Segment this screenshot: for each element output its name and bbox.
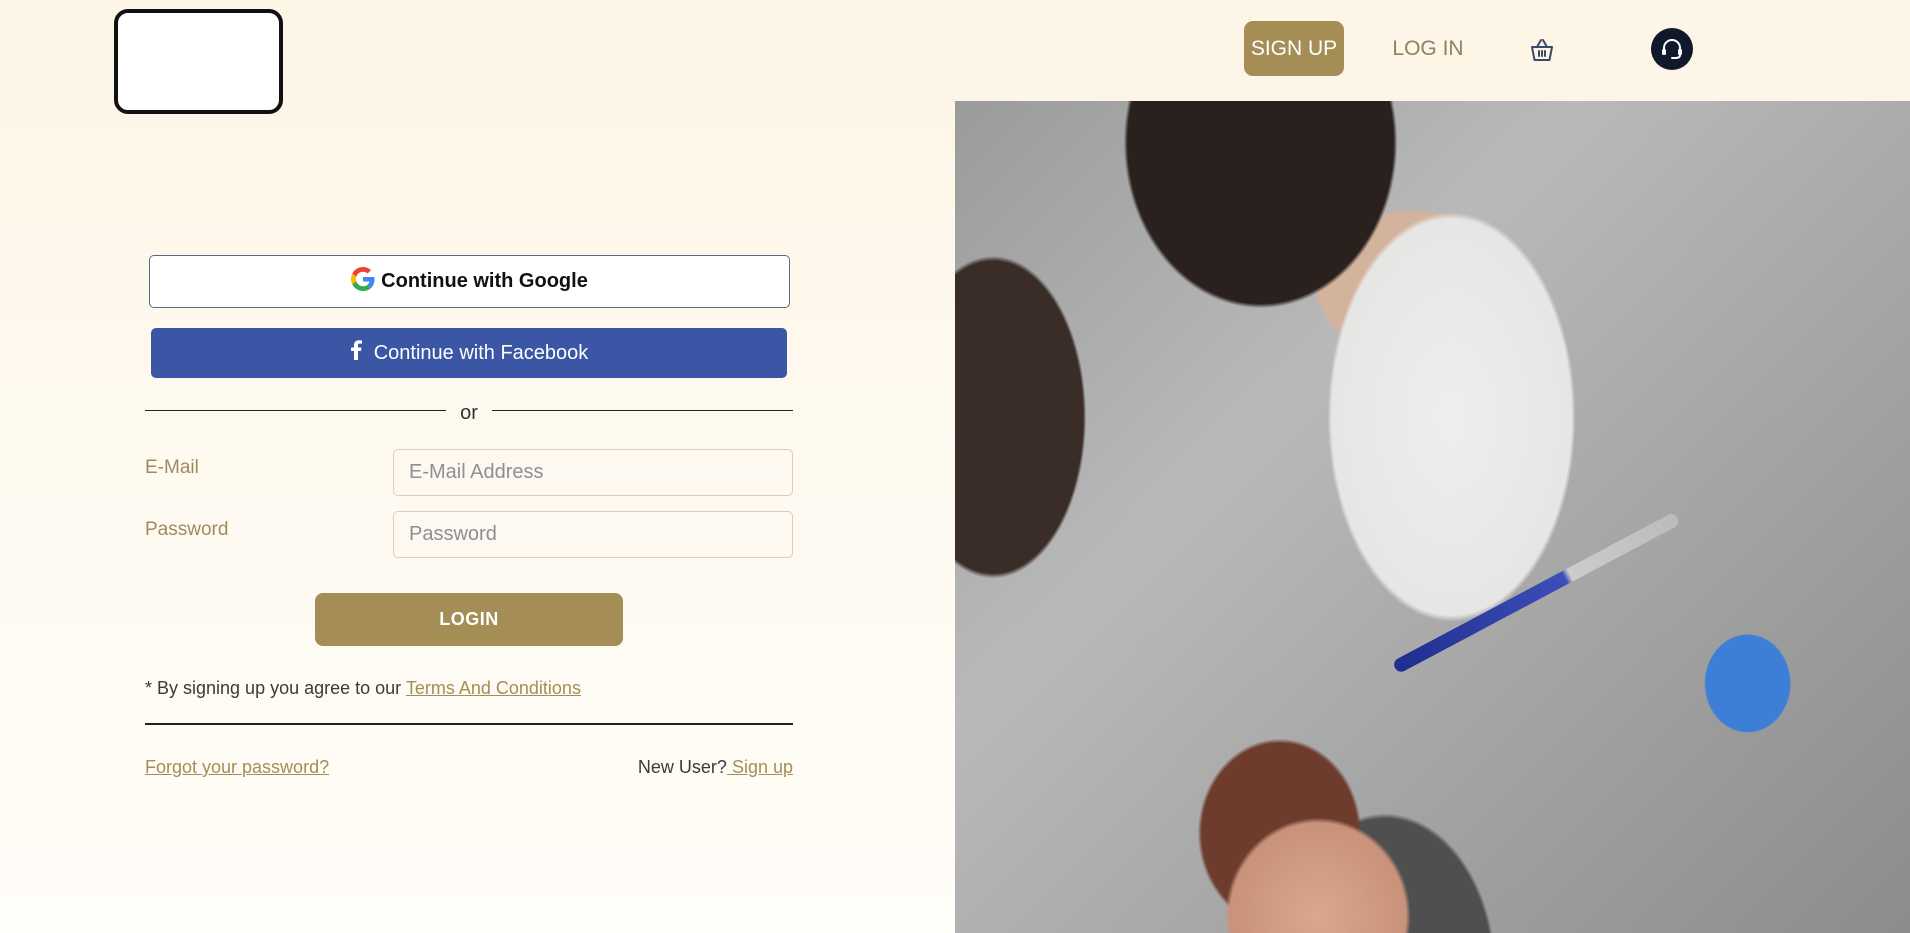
new-user-prompt: New User? Sign up <box>638 757 793 778</box>
forgot-password-link[interactable]: Forgot your password? <box>145 757 329 778</box>
divider-text: or <box>460 401 478 424</box>
terms-notice: * By signing up you agree to our Terms A… <box>145 678 581 699</box>
dentist-hero-image <box>955 101 1910 933</box>
new-user-text: New User? <box>637 757 727 777</box>
email-field[interactable] <box>393 449 793 496</box>
signup-nav-button[interactable]: SIGN UP <box>1244 21 1344 76</box>
signup-link[interactable]: Sign up <box>727 757 793 777</box>
divider-line-right <box>491 409 794 411</box>
divider-line-left <box>145 409 447 411</box>
or-divider: or <box>145 397 794 424</box>
facebook-icon <box>350 340 362 366</box>
login-nav-link[interactable]: LOG IN <box>1376 21 1480 76</box>
separator-line <box>145 723 793 725</box>
facebook-login-button[interactable]: Continue with Facebook <box>151 328 787 378</box>
top-nav: SIGN UP LOG IN <box>0 21 1910 77</box>
facebook-login-label: Continue with Facebook <box>373 341 589 364</box>
email-label: E-Mail <box>145 457 199 478</box>
google-login-button[interactable]: Continue with Google <box>149 255 790 308</box>
basket-icon[interactable] <box>1528 36 1556 64</box>
dental-tool-graphic <box>1391 511 1681 675</box>
headset-icon[interactable] <box>1651 28 1693 70</box>
google-icon <box>351 266 375 297</box>
password-field[interactable] <box>393 511 793 558</box>
google-login-label: Continue with Google <box>381 270 588 292</box>
login-button[interactable]: LOGIN <box>315 593 623 646</box>
password-label: Password <box>145 519 229 540</box>
terms-prefix: * By signing up you agree to our <box>145 678 402 698</box>
terms-link[interactable]: Terms And Conditions <box>406 678 581 698</box>
